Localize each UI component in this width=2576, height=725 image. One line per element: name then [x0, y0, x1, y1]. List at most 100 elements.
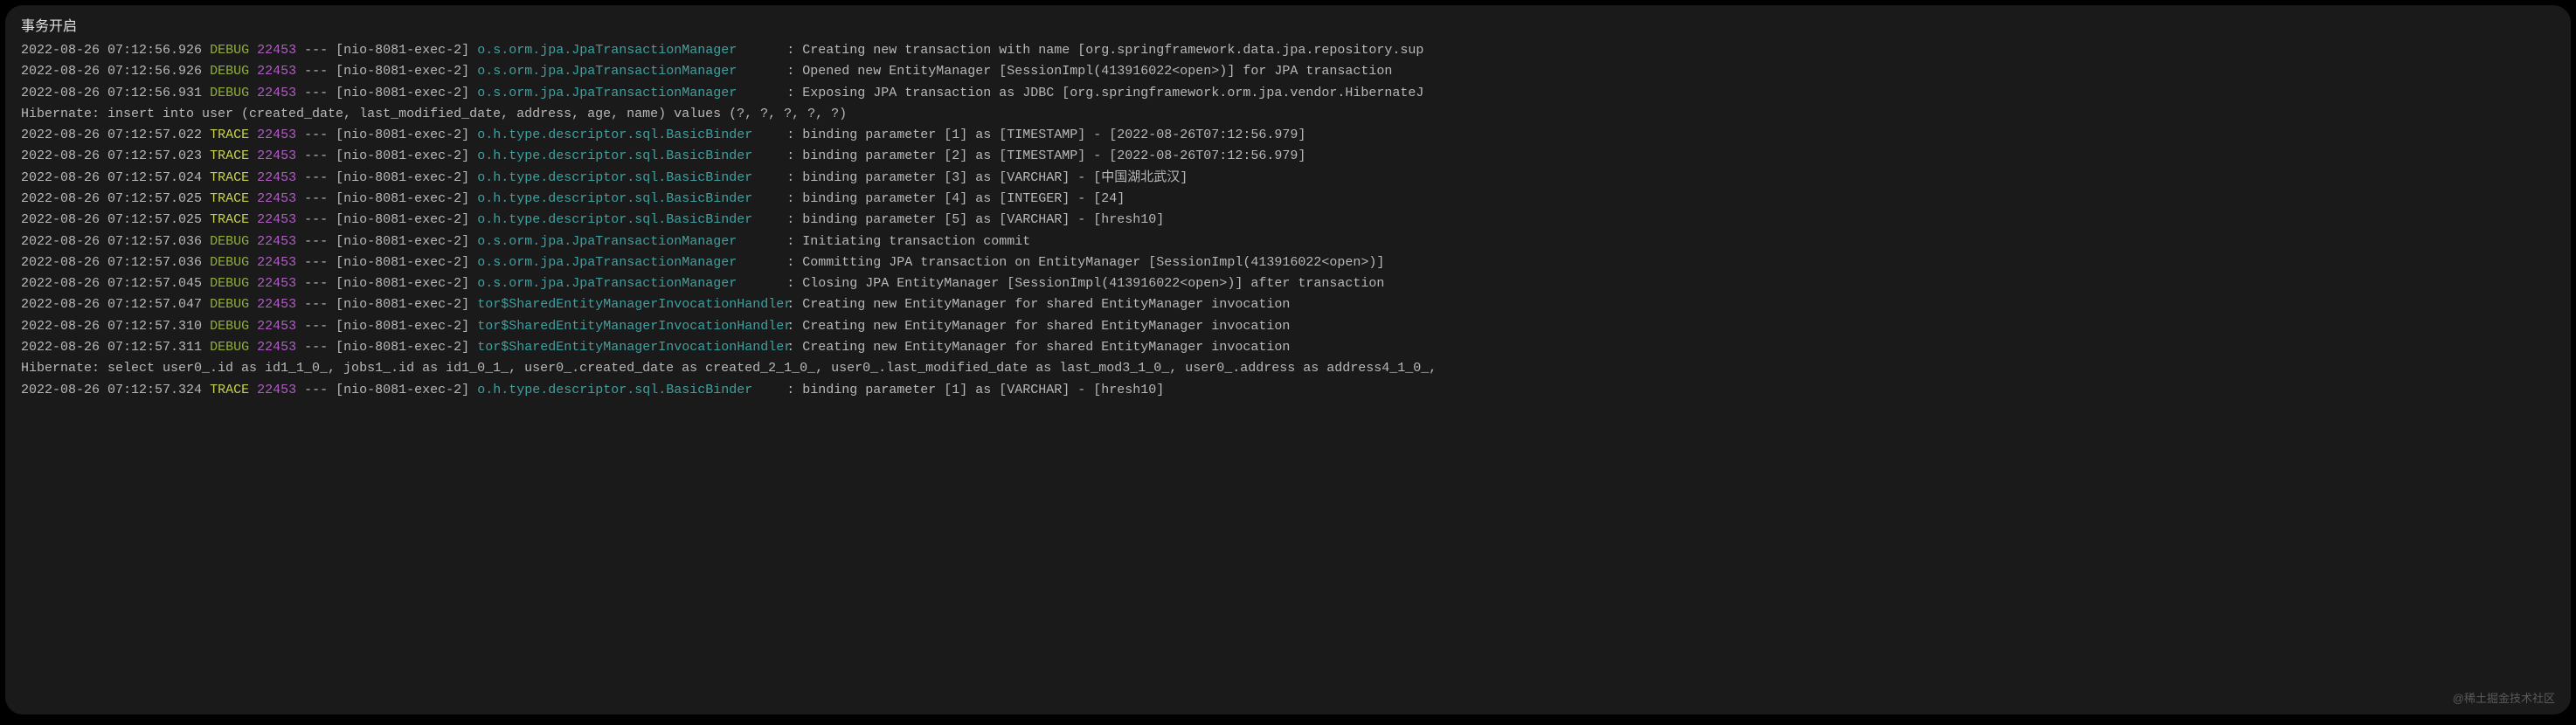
thread-name: [nio-8081-exec-2] — [336, 43, 469, 58]
log-level: DEBUG — [210, 64, 249, 79]
log-line: 2022-08-26 07:12:57.023 TRACE 22453 --- … — [21, 146, 2555, 167]
colon-separator: : — [786, 255, 802, 270]
logger-name: o.s.orm.jpa.JpaTransactionManager — [477, 61, 779, 82]
separator: --- — [304, 319, 328, 334]
colon-separator: : — [786, 128, 802, 142]
separator: --- — [304, 234, 328, 249]
process-id: 22453 — [257, 64, 296, 79]
log-level: TRACE — [210, 212, 249, 227]
colon-separator: : — [786, 297, 802, 312]
thread-name: [nio-8081-exec-2] — [336, 319, 469, 334]
colon-separator: : — [786, 276, 802, 291]
watermark: @稀土掘金技术社区 — [2453, 689, 2555, 706]
thread-name: [nio-8081-exec-2] — [336, 340, 469, 355]
separator: --- — [304, 170, 328, 185]
log-message: Committing JPA transaction on EntityMana… — [802, 255, 1384, 270]
colon-separator: : — [786, 43, 802, 58]
section-heading: 事务开启 — [21, 16, 2555, 38]
log-line: 2022-08-26 07:12:56.926 DEBUG 22453 --- … — [21, 61, 2555, 82]
log-line: 2022-08-26 07:12:57.324 TRACE 22453 --- … — [21, 380, 2555, 401]
logger-name: tor$SharedEntityManagerInvocationHandler — [477, 316, 779, 337]
logger-name: o.h.type.descriptor.sql.BasicBinder — [477, 189, 779, 210]
log-level: DEBUG — [210, 255, 249, 270]
log-level: TRACE — [210, 128, 249, 142]
process-id: 22453 — [257, 297, 296, 312]
log-message: binding parameter [3] as [VARCHAR] - [中国… — [802, 170, 1188, 185]
timestamp: 2022-08-26 07:12:57.025 — [21, 191, 202, 206]
process-id: 22453 — [257, 86, 296, 100]
thread-name: [nio-8081-exec-2] — [336, 297, 469, 312]
process-id: 22453 — [257, 234, 296, 249]
logger-name: o.h.type.descriptor.sql.BasicBinder — [477, 168, 779, 189]
separator: --- — [304, 43, 328, 58]
separator: --- — [304, 148, 328, 163]
thread-name: [nio-8081-exec-2] — [336, 276, 469, 291]
thread-name: [nio-8081-exec-2] — [336, 86, 469, 100]
thread-name: [nio-8081-exec-2] — [336, 383, 469, 397]
logger-name: tor$SharedEntityManagerInvocationHandler — [477, 294, 779, 315]
log-line: 2022-08-26 07:12:56.931 DEBUG 22453 --- … — [21, 83, 2555, 104]
log-message: Exposing JPA transaction as JDBC [org.sp… — [802, 86, 1423, 100]
timestamp: 2022-08-26 07:12:57.023 — [21, 148, 202, 163]
thread-name: [nio-8081-exec-2] — [336, 170, 469, 185]
separator: --- — [304, 212, 328, 227]
thread-name: [nio-8081-exec-2] — [336, 191, 469, 206]
timestamp: 2022-08-26 07:12:57.036 — [21, 234, 202, 249]
logger-name: o.s.orm.jpa.JpaTransactionManager — [477, 273, 779, 294]
log-line: Hibernate: insert into user (created_dat… — [21, 104, 2555, 125]
log-message: Creating new EntityManager for shared En… — [802, 319, 1290, 334]
log-lines-container: 2022-08-26 07:12:56.926 DEBUG 22453 --- … — [21, 40, 2555, 401]
log-output[interactable]: 事务开启 2022-08-26 07:12:56.926 DEBUG 22453… — [5, 5, 2571, 715]
log-line: 2022-08-26 07:12:57.022 TRACE 22453 --- … — [21, 125, 2555, 146]
separator: --- — [304, 64, 328, 79]
colon-separator: : — [786, 383, 802, 397]
log-message: binding parameter [5] as [VARCHAR] - [hr… — [802, 212, 1164, 227]
thread-name: [nio-8081-exec-2] — [336, 128, 469, 142]
timestamp: 2022-08-26 07:12:56.926 — [21, 43, 202, 58]
log-message: Creating new transaction with name [org.… — [802, 43, 1423, 58]
log-level: TRACE — [210, 383, 249, 397]
process-id: 22453 — [257, 191, 296, 206]
log-message: Creating new EntityManager for shared En… — [802, 297, 1290, 312]
log-line: 2022-08-26 07:12:57.036 DEBUG 22453 --- … — [21, 231, 2555, 252]
log-line: 2022-08-26 07:12:57.025 TRACE 22453 --- … — [21, 189, 2555, 210]
logger-name: o.s.orm.jpa.JpaTransactionManager — [477, 40, 779, 61]
log-line: 2022-08-26 07:12:57.025 TRACE 22453 --- … — [21, 210, 2555, 231]
timestamp: 2022-08-26 07:12:57.025 — [21, 212, 202, 227]
separator: --- — [304, 86, 328, 100]
log-level: DEBUG — [210, 43, 249, 58]
process-id: 22453 — [257, 276, 296, 291]
colon-separator: : — [786, 319, 802, 334]
log-line: 2022-08-26 07:12:57.024 TRACE 22453 --- … — [21, 168, 2555, 189]
logger-name: o.h.type.descriptor.sql.BasicBinder — [477, 210, 779, 231]
timestamp: 2022-08-26 07:12:57.047 — [21, 297, 202, 312]
log-line: 2022-08-26 07:12:57.045 DEBUG 22453 --- … — [21, 273, 2555, 294]
timestamp: 2022-08-26 07:12:57.045 — [21, 276, 202, 291]
colon-separator: : — [786, 234, 802, 249]
colon-separator: : — [786, 86, 802, 100]
raw-sql-line: Hibernate: select user0_.id as id1_1_0_,… — [21, 361, 1437, 376]
log-level: DEBUG — [210, 319, 249, 334]
console-panel: 事务开启 2022-08-26 07:12:56.926 DEBUG 22453… — [5, 5, 2571, 715]
log-level: TRACE — [210, 170, 249, 185]
log-line: 2022-08-26 07:12:57.047 DEBUG 22453 --- … — [21, 294, 2555, 315]
log-level: TRACE — [210, 191, 249, 206]
timestamp: 2022-08-26 07:12:57.022 — [21, 128, 202, 142]
colon-separator: : — [786, 212, 802, 227]
logger-name: o.s.orm.jpa.JpaTransactionManager — [477, 83, 779, 104]
separator: --- — [304, 297, 328, 312]
log-line: 2022-08-26 07:12:57.311 DEBUG 22453 --- … — [21, 337, 2555, 358]
thread-name: [nio-8081-exec-2] — [336, 148, 469, 163]
separator: --- — [304, 383, 328, 397]
log-level: DEBUG — [210, 234, 249, 249]
log-message: binding parameter [4] as [INTEGER] - [24… — [802, 191, 1125, 206]
timestamp: 2022-08-26 07:12:57.324 — [21, 383, 202, 397]
log-line: 2022-08-26 07:12:57.036 DEBUG 22453 --- … — [21, 252, 2555, 273]
process-id: 22453 — [257, 148, 296, 163]
thread-name: [nio-8081-exec-2] — [336, 212, 469, 227]
separator: --- — [304, 340, 328, 355]
timestamp: 2022-08-26 07:12:57.036 — [21, 255, 202, 270]
log-message: binding parameter [1] as [VARCHAR] - [hr… — [802, 383, 1164, 397]
logger-name: tor$SharedEntityManagerInvocationHandler — [477, 337, 779, 358]
thread-name: [nio-8081-exec-2] — [336, 234, 469, 249]
